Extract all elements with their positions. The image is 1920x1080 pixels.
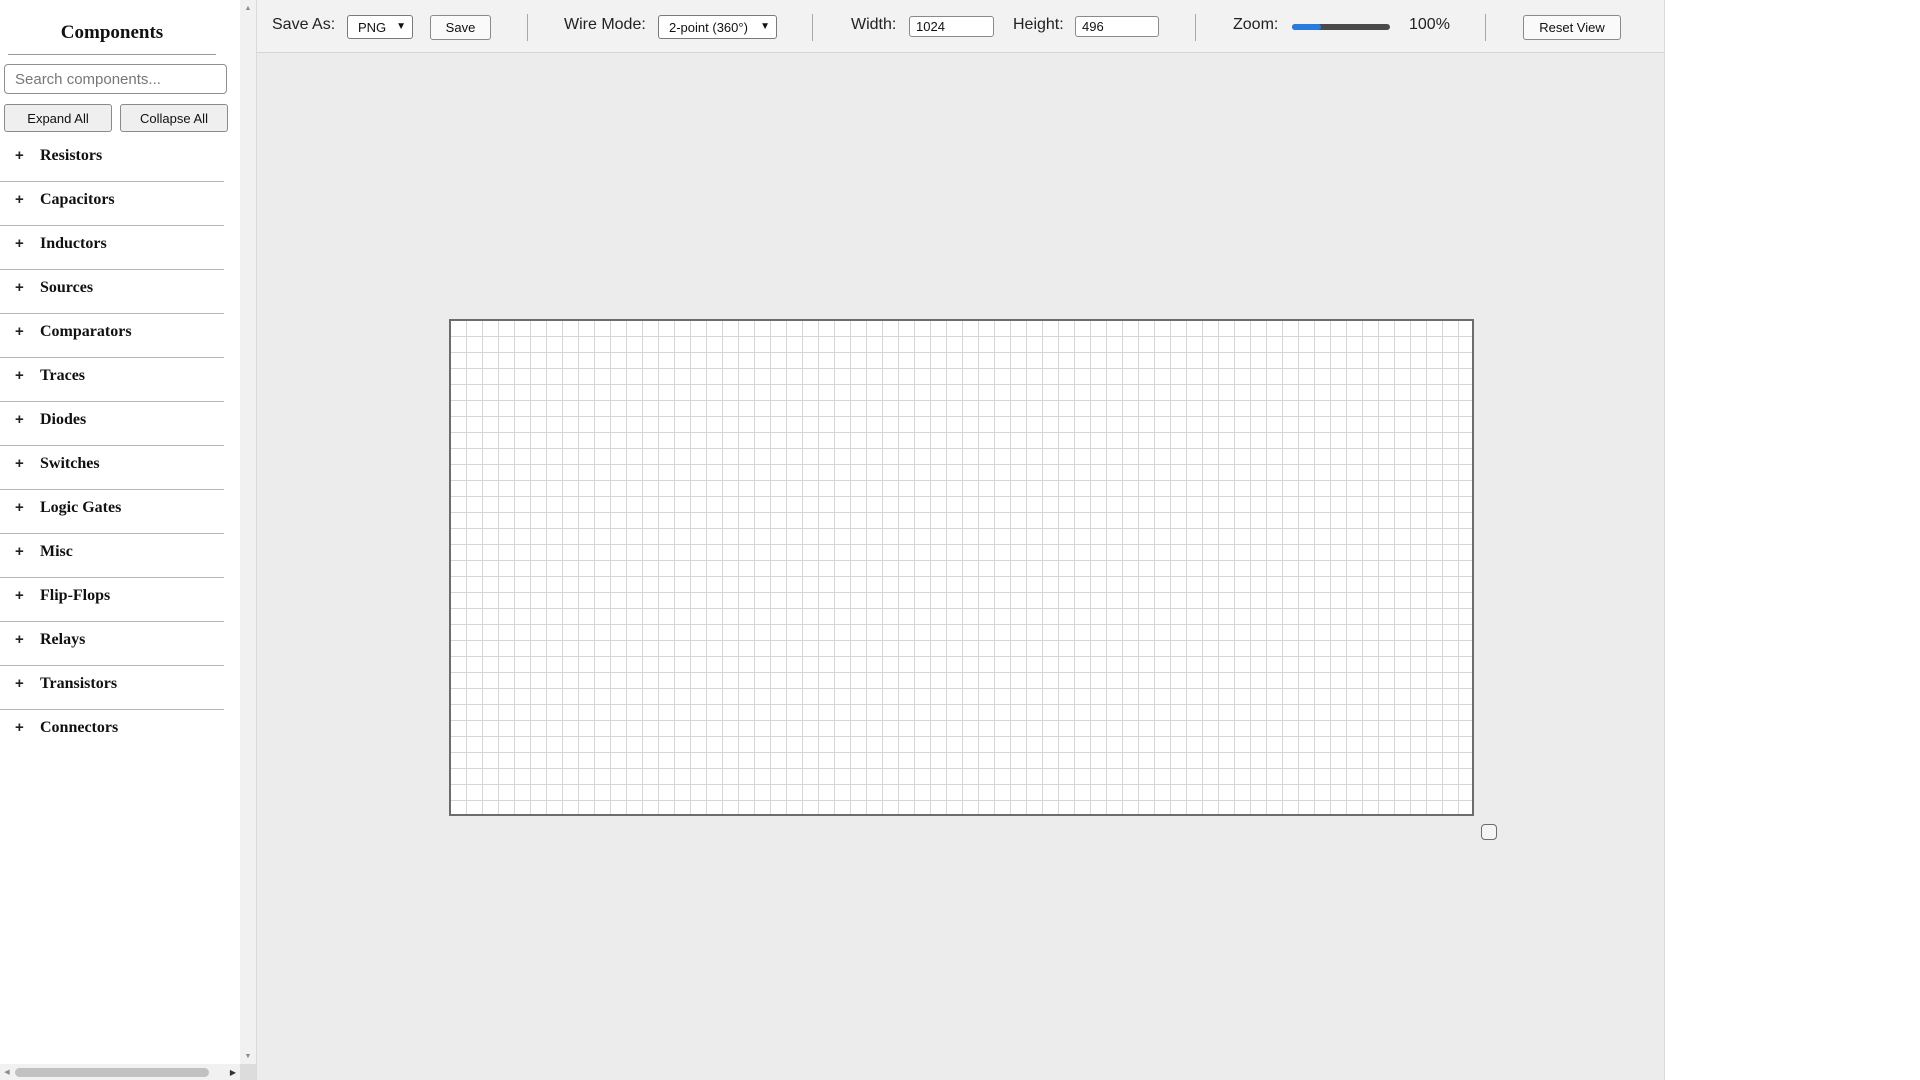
category-label: Flip-Flops <box>40 587 111 604</box>
expand-plus-icon[interactable]: + <box>15 543 24 560</box>
sidebar-title: Components <box>60 22 164 43</box>
wire-mode-label: Wire Mode: <box>564 16 646 33</box>
expand-plus-icon[interactable]: + <box>15 499 24 516</box>
chevron-down-icon: ▼ <box>396 21 406 32</box>
component-sidebar: Components Expand All Collapse All + Resi… <box>0 0 240 1064</box>
category-label: Resistors <box>40 147 103 164</box>
category-label: Connectors <box>40 719 119 736</box>
toolbar: Save As: PNG ▼ Save Wire Mode: 2-point (… <box>257 0 1664 53</box>
category-transistors[interactable]: + Transistors <box>0 666 224 710</box>
width-label: Width: <box>851 16 897 33</box>
category-label: Comparators <box>40 323 132 340</box>
sidebar-divider <box>8 54 216 55</box>
toolbar-separator <box>527 14 528 41</box>
schematic-canvas[interactable] <box>449 319 1474 816</box>
category-label: Misc <box>40 543 73 560</box>
height-label: Height: <box>1013 16 1064 33</box>
expand-plus-icon[interactable]: + <box>15 719 24 736</box>
scrollbar-corner <box>240 1064 256 1080</box>
save-format-value: PNG <box>358 19 387 35</box>
category-traces[interactable]: + Traces <box>0 358 224 402</box>
category-logic-gates[interactable]: + Logic Gates <box>0 490 224 534</box>
category-label: Switches <box>40 455 100 472</box>
category-list: + Resistors + Capacitors + Inductors + Sources +… <box>0 138 224 754</box>
zoom-slider-fill <box>1292 24 1322 30</box>
category-label: Diodes <box>40 411 87 428</box>
category-sources[interactable]: + Sources <box>0 270 224 314</box>
category-label: Sources <box>40 279 94 296</box>
expand-plus-icon[interactable]: + <box>15 587 24 604</box>
expand-plus-icon[interactable]: + <box>15 631 24 648</box>
canvas-width-input[interactable] <box>909 16 994 37</box>
zoom-slider[interactable] <box>1292 24 1390 30</box>
category-misc[interactable]: + Misc <box>0 534 224 578</box>
category-diodes[interactable]: + Diodes <box>0 402 224 446</box>
category-label: Transistors <box>40 675 118 692</box>
category-comparators[interactable]: + Comparators <box>0 314 224 358</box>
category-flip-flops[interactable]: + Flip-Flops <box>0 578 224 622</box>
category-label: Logic Gates <box>40 499 122 516</box>
zoom-value: 100% <box>1409 16 1450 33</box>
sidebar-vertical-scrollbar[interactable]: ▲ ▼ <box>240 0 256 1064</box>
chevron-down-icon: ▼ <box>760 21 770 32</box>
expand-plus-icon[interactable]: + <box>15 191 24 208</box>
category-switches[interactable]: + Switches <box>0 446 224 490</box>
expand-plus-icon[interactable]: + <box>15 675 24 692</box>
sidebar-horizontal-scrollbar[interactable]: ◀ ▶ <box>0 1064 240 1080</box>
scrollbar-thumb[interactable] <box>15 1068 209 1077</box>
expand-plus-icon[interactable]: + <box>15 411 24 428</box>
canvas-height-input[interactable] <box>1075 16 1159 37</box>
search-components-input[interactable] <box>4 64 227 94</box>
category-relays[interactable]: + Relays <box>0 622 224 666</box>
category-label: Relays <box>40 631 86 648</box>
expand-plus-icon[interactable]: + <box>15 235 24 252</box>
toolbar-separator <box>1485 14 1486 41</box>
save-format-select[interactable]: PNG ▼ <box>347 15 413 39</box>
save-as-label: Save As: <box>272 16 336 33</box>
reset-view-button[interactable]: Reset View <box>1523 15 1621 40</box>
category-connectors[interactable]: + Connectors <box>0 710 224 754</box>
expand-plus-icon[interactable]: + <box>15 367 24 384</box>
save-button[interactable]: Save <box>430 15 491 40</box>
category-label: Inductors <box>40 235 107 252</box>
toolbar-separator <box>1195 14 1196 41</box>
triangle-left-icon[interactable]: ◀ <box>0 1064 14 1080</box>
category-resistors[interactable]: + Resistors <box>0 138 224 182</box>
triangle-up-icon[interactable]: ▲ <box>240 0 256 16</box>
workspace-right-border <box>1664 0 1665 1080</box>
toolbar-separator <box>812 14 813 41</box>
triangle-down-icon[interactable]: ▼ <box>240 1048 256 1064</box>
expand-plus-icon[interactable]: + <box>15 279 24 296</box>
zoom-label: Zoom: <box>1233 16 1279 33</box>
category-capacitors[interactable]: + Capacitors <box>0 182 224 226</box>
category-label: Traces <box>40 367 86 384</box>
expand-all-button[interactable]: Expand All <box>4 104 112 132</box>
resize-handle-icon[interactable] <box>1481 824 1497 840</box>
collapse-all-button[interactable]: Collapse All <box>120 104 228 132</box>
triangle-right-icon[interactable]: ▶ <box>226 1064 240 1080</box>
category-label: Capacitors <box>40 191 115 208</box>
expand-plus-icon[interactable]: + <box>15 455 24 472</box>
expand-plus-icon[interactable]: + <box>15 147 24 164</box>
expand-plus-icon[interactable]: + <box>15 323 24 340</box>
category-inductors[interactable]: + Inductors <box>0 226 224 270</box>
wire-mode-select[interactable]: 2-point (360°) ▼ <box>658 15 777 39</box>
wire-mode-value: 2-point (360°) <box>669 19 748 35</box>
